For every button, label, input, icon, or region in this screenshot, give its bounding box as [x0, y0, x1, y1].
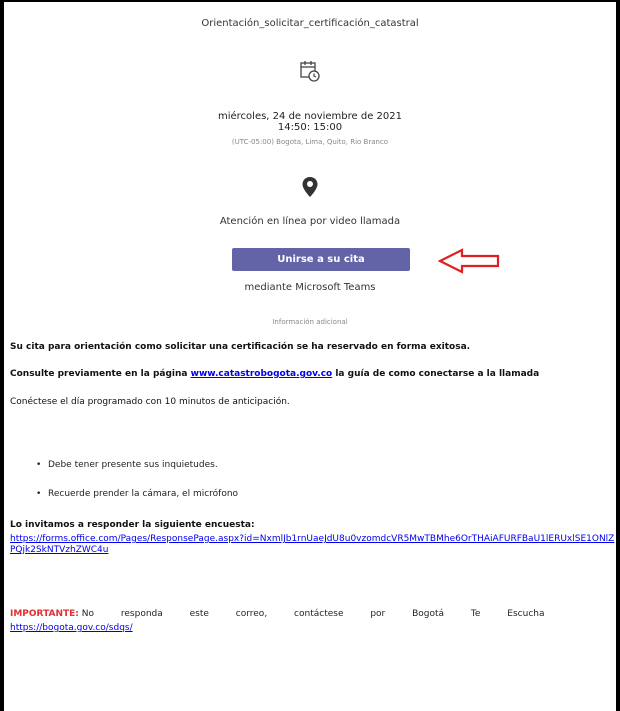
event-location: Atención en línea por video llamada — [219, 216, 401, 227]
catastro-link[interactable]: www.catastrobogota.gov.co — [191, 369, 333, 379]
connect-text: Conéctese el día programado con 10 minut… — [10, 397, 290, 407]
confirmation-text: Su cita para orientación como solicitar … — [10, 342, 471, 352]
list-item: Recuerde prender la cámara, el micrófono — [36, 489, 238, 499]
event-date: miércoles, 24 de noviembre de 2021 — [217, 111, 402, 122]
survey-label: Lo invitamos a responder la siguiente en… — [10, 520, 255, 530]
calendar-clock-icon — [300, 61, 320, 82]
event-timezone: (UTC-05:00) Bogota, Lima, Quito, Rio Bra… — [231, 138, 389, 146]
important-text: No responda este correo, contáctese por … — [81, 609, 545, 619]
event-title: Orientación_solicitar_certificación_cata… — [201, 18, 419, 29]
consult-prefix: Consulte previamente en la página — [10, 369, 191, 379]
event-time: 14:50: 15:00 — [277, 122, 343, 133]
event-datetime: miércoles, 24 de noviembre de 2021 14:50… — [0, 111, 620, 133]
location-pin-icon — [302, 177, 318, 197]
teams-caption: mediante Microsoft Teams — [244, 282, 376, 293]
consult-line: Consulte previamente en la página www.ca… — [10, 369, 539, 379]
survey-link[interactable]: https://forms.office.com/Pages/ResponseP… — [10, 534, 615, 556]
email-frame — [0, 0, 620, 711]
list-item: Debe tener presente sus inquietudes. — [36, 460, 218, 470]
important-notice: IMPORTANTE: No responda este correo, con… — [10, 607, 610, 635]
red-arrow-icon — [438, 248, 500, 274]
join-appointment-button[interactable]: Unirse a su cita — [232, 248, 410, 271]
consult-suffix: la guía de como conectarse a la llamada — [332, 369, 540, 379]
additional-info-header: Información adicional — [272, 318, 348, 326]
important-label: IMPORTANTE: — [10, 609, 79, 619]
sdqs-link[interactable]: https://bogota.gov.co/sdqs/ — [10, 623, 133, 633]
